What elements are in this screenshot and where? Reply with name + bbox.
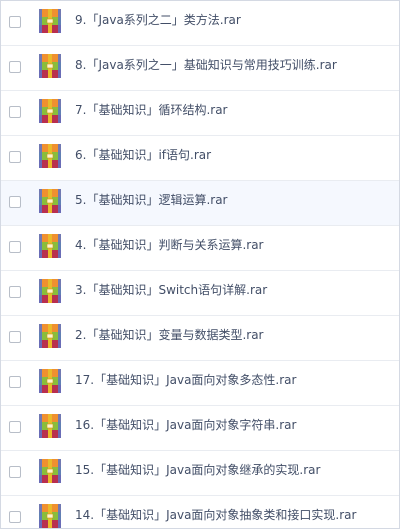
rar-archive-icon (39, 234, 61, 258)
select-checkbox[interactable] (9, 241, 21, 253)
file-name[interactable]: 8.「Java系列之一」基础知识与常用技巧训练.rar (75, 46, 337, 88)
file-name[interactable]: 2.「基础知识」变量与数据类型.rar (75, 316, 264, 358)
rar-archive-icon (39, 369, 61, 393)
file-row[interactable]: 16.「基础知识」Java面向对象字符串.rar (1, 406, 399, 451)
select-checkbox[interactable] (9, 286, 21, 298)
file-name[interactable]: 3.「基础知识」Switch语句详解.rar (75, 271, 267, 313)
file-row[interactable]: 15.「基础知识」Java面向对象继承的实现.rar (1, 451, 399, 496)
select-checkbox[interactable] (9, 16, 21, 28)
file-name[interactable]: 9.「Java系列之二」类方法.rar (75, 1, 241, 43)
file-row[interactable]: 2.「基础知识」变量与数据类型.rar (1, 316, 399, 361)
select-checkbox[interactable] (9, 511, 21, 523)
file-row[interactable]: 4.「基础知识」判断与关系运算.rar (1, 226, 399, 271)
file-name[interactable]: 4.「基础知识」判断与关系运算.rar (75, 226, 264, 268)
file-row[interactable]: 17.「基础知识」Java面向对象多态性.rar (1, 361, 399, 406)
rar-archive-icon (39, 189, 61, 213)
select-checkbox[interactable] (9, 466, 21, 478)
rar-archive-icon (39, 9, 61, 33)
select-checkbox[interactable] (9, 196, 21, 208)
select-checkbox[interactable] (9, 151, 21, 163)
file-name[interactable]: 17.「基础知识」Java面向对象多态性.rar (75, 361, 296, 403)
rar-archive-icon (39, 99, 61, 123)
file-name[interactable]: 16.「基础知识」Java面向对象字符串.rar (75, 406, 296, 448)
select-checkbox[interactable] (9, 106, 21, 118)
file-row[interactable]: 5.「基础知识」逻辑运算.rar (1, 181, 399, 226)
rar-archive-icon (39, 504, 61, 528)
rar-archive-icon (39, 324, 61, 348)
file-name[interactable]: 5.「基础知识」逻辑运算.rar (75, 181, 228, 223)
rar-archive-icon (39, 414, 61, 438)
select-checkbox[interactable] (9, 421, 21, 433)
rar-archive-icon (39, 54, 61, 78)
file-row[interactable]: 6.「基础知识」if语句.rar (1, 136, 399, 181)
rar-archive-icon (39, 144, 61, 168)
file-row[interactable]: 8.「Java系列之一」基础知识与常用技巧训练.rar (1, 46, 399, 91)
file-name[interactable]: 14.「基础知识」Java面向对象抽象类和接口实现.rar (75, 496, 356, 529)
file-name[interactable]: 7.「基础知识」循环结构.rar (75, 91, 228, 133)
select-checkbox[interactable] (9, 376, 21, 388)
file-row[interactable]: 14.「基础知识」Java面向对象抽象类和接口实现.rar (1, 496, 399, 529)
file-row[interactable]: 7.「基础知识」循环结构.rar (1, 91, 399, 136)
file-row[interactable]: 9.「Java系列之二」类方法.rar (1, 1, 399, 46)
file-name[interactable]: 6.「基础知识」if语句.rar (75, 136, 211, 178)
rar-archive-icon (39, 279, 61, 303)
file-list: 9.「Java系列之二」类方法.rar 8.「Java系列之一」基础知识与常用技… (0, 0, 400, 529)
select-checkbox[interactable] (9, 331, 21, 343)
rar-archive-icon (39, 459, 61, 483)
select-checkbox[interactable] (9, 61, 21, 73)
file-name[interactable]: 15.「基础知识」Java面向对象继承的实现.rar (75, 451, 320, 493)
file-row[interactable]: 3.「基础知识」Switch语句详解.rar (1, 271, 399, 316)
